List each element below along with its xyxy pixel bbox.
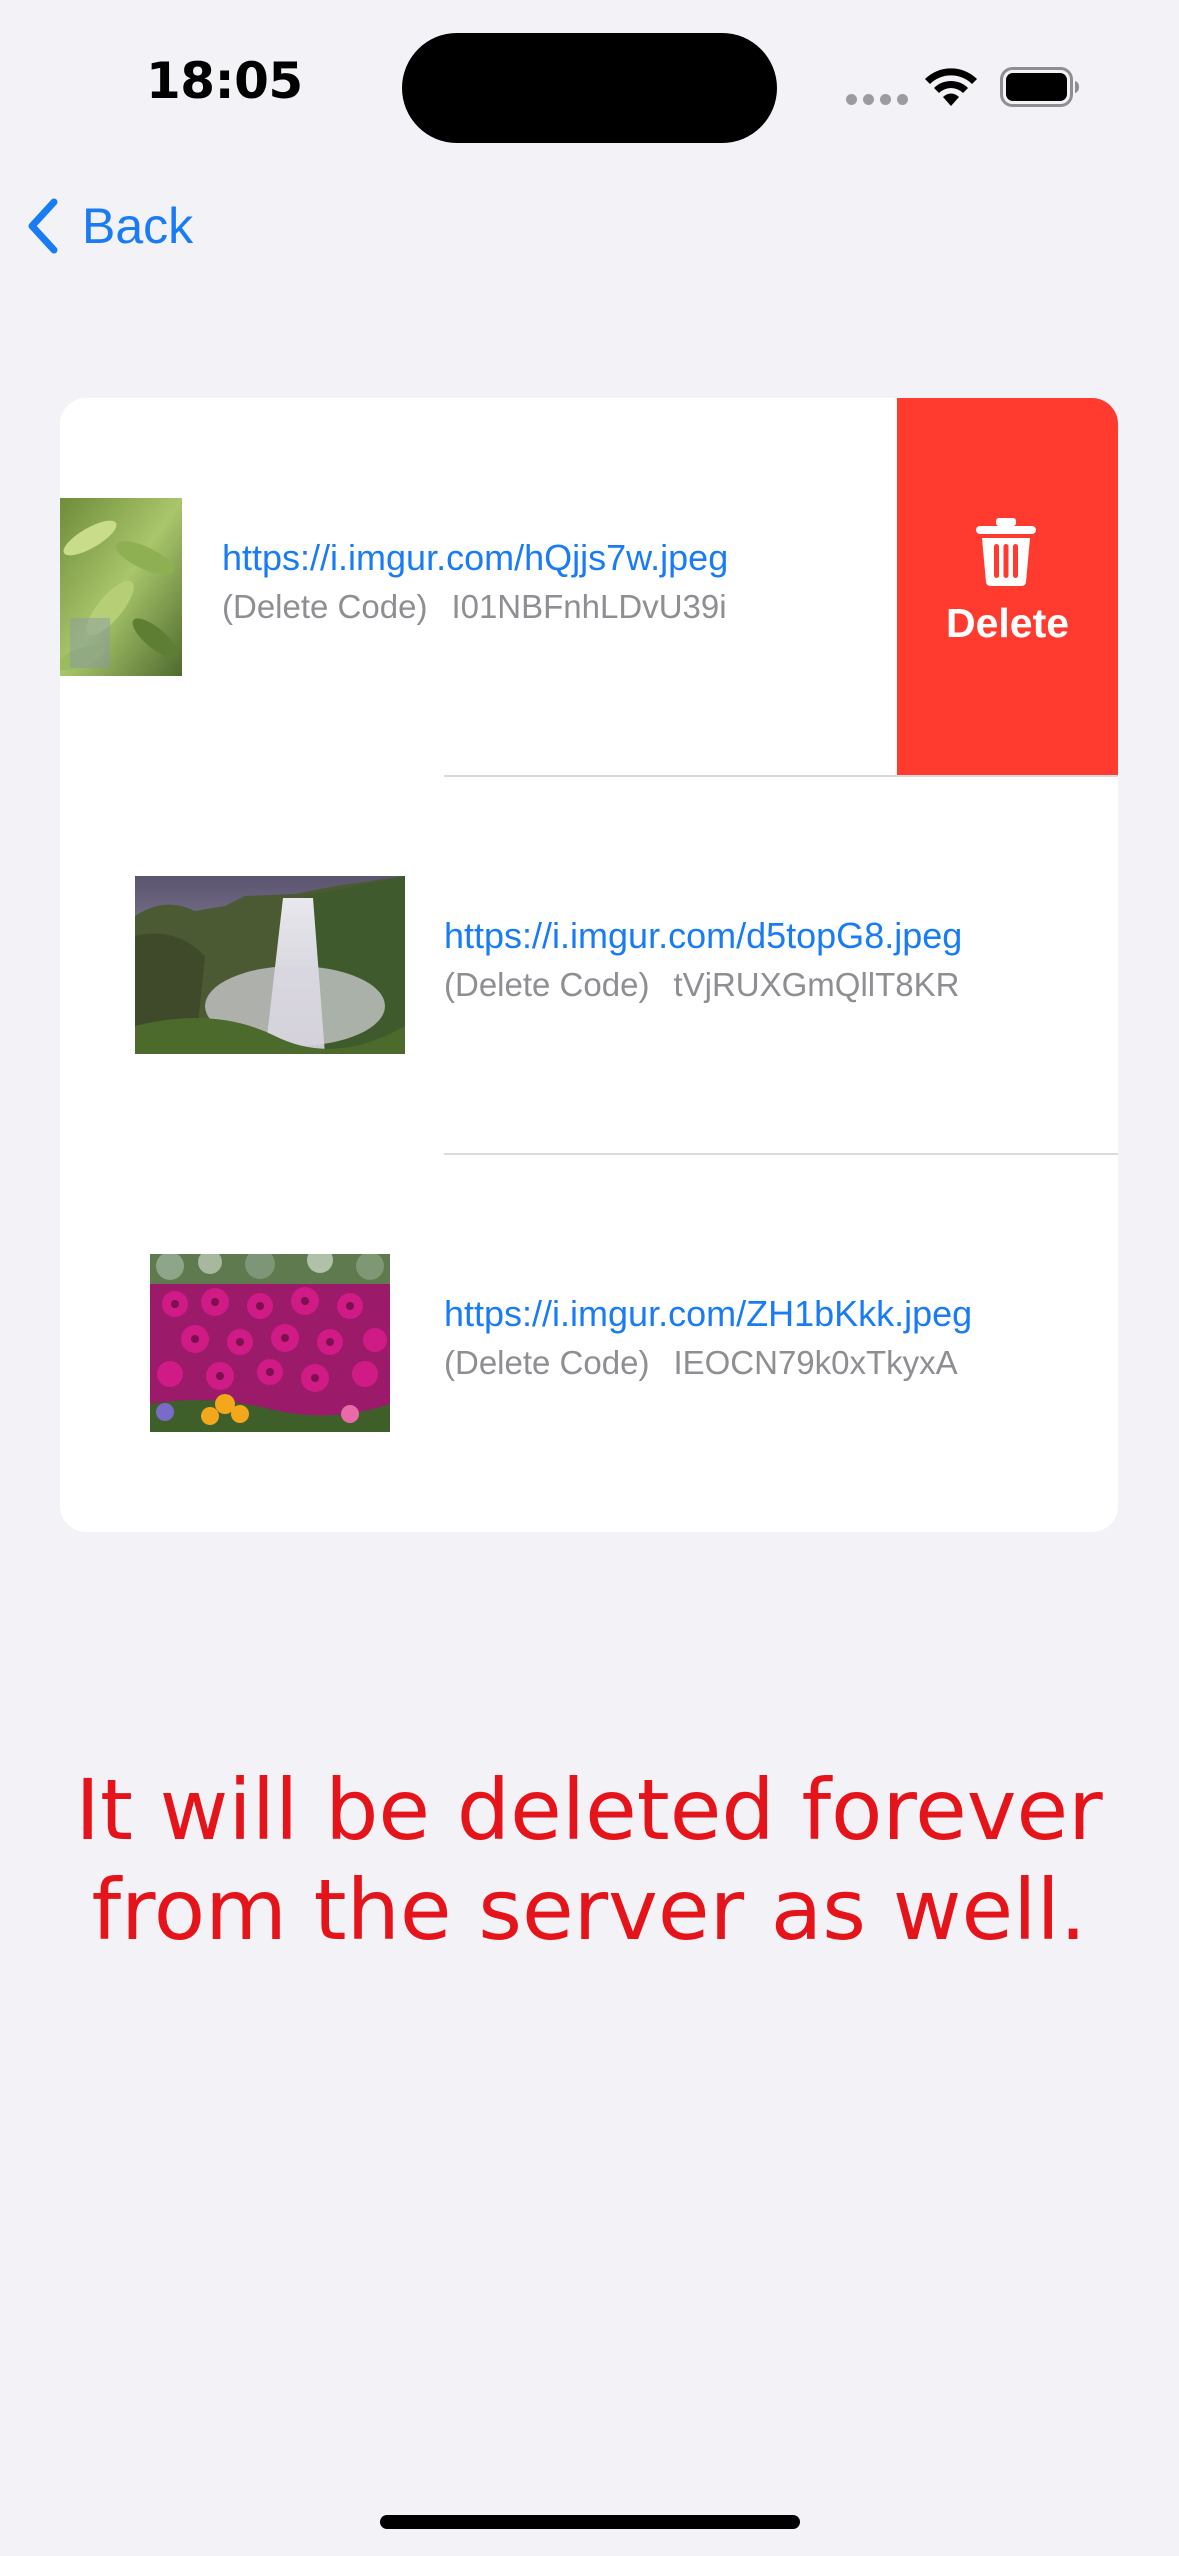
delete-code-value: tVjRUXGmQllT8KR <box>673 966 960 1003</box>
back-label: Back <box>82 198 194 254</box>
image-url-link[interactable]: https://i.imgur.com/d5topG8.jpeg <box>444 914 962 958</box>
leaves-thumbnail <box>60 498 182 676</box>
battery-icon <box>1000 67 1079 107</box>
home-indicator[interactable] <box>380 2515 800 2529</box>
delete-code-label: (Delete Code) <box>444 966 650 1003</box>
waterfall-thumbnail <box>135 876 405 1054</box>
trash-icon <box>976 518 1036 586</box>
back-button[interactable]: Back <box>24 190 193 262</box>
image-url-link[interactable]: https://i.imgur.com/ZH1bKkk.jpeg <box>444 1292 972 1336</box>
flowers-thumbnail <box>150 1254 390 1432</box>
signal-dots-icon <box>846 94 908 105</box>
delete-code: (Delete Code) I01NBFnhLDvU39i <box>222 586 728 628</box>
delete-code-value: IEOCN79k0xTkyxA <box>673 1344 958 1381</box>
status-time: 18:05 <box>146 52 303 110</box>
delete-button[interactable]: Delete <box>897 398 1118 776</box>
delete-code-label: (Delete Code) <box>222 588 428 625</box>
warning-line-1: It will be deleted forever <box>75 1761 1103 1859</box>
warning-line-2: from the server as well. <box>91 1861 1087 1959</box>
delete-code-label: (Delete Code) <box>444 1344 650 1381</box>
wifi-icon <box>925 68 977 106</box>
delete-code-value: I01NBFnhLDvU39i <box>451 588 727 625</box>
uploads-list: https://i.imgur.com/hQjjs7w.jpeg (Delete… <box>60 398 1118 1532</box>
dynamic-island <box>402 33 777 143</box>
list-item[interactable]: https://i.imgur.com/ZH1bKkk.jpeg (Delete… <box>60 1154 1118 1532</box>
list-item[interactable]: https://i.imgur.com/d5topG8.jpeg (Delete… <box>60 776 1118 1154</box>
chevron-left-icon <box>28 198 58 254</box>
delete-code: (Delete Code) IEOCN79k0xTkyxA <box>444 1342 972 1384</box>
image-url-link[interactable]: https://i.imgur.com/hQjjs7w.jpeg <box>222 536 728 580</box>
delete-label: Delete <box>945 600 1070 646</box>
delete-warning: It will be deleted forever from the serv… <box>60 1760 1118 1960</box>
list-item[interactable]: https://i.imgur.com/hQjjs7w.jpeg (Delete… <box>60 398 1118 776</box>
delete-code: (Delete Code) tVjRUXGmQllT8KR <box>444 964 962 1006</box>
